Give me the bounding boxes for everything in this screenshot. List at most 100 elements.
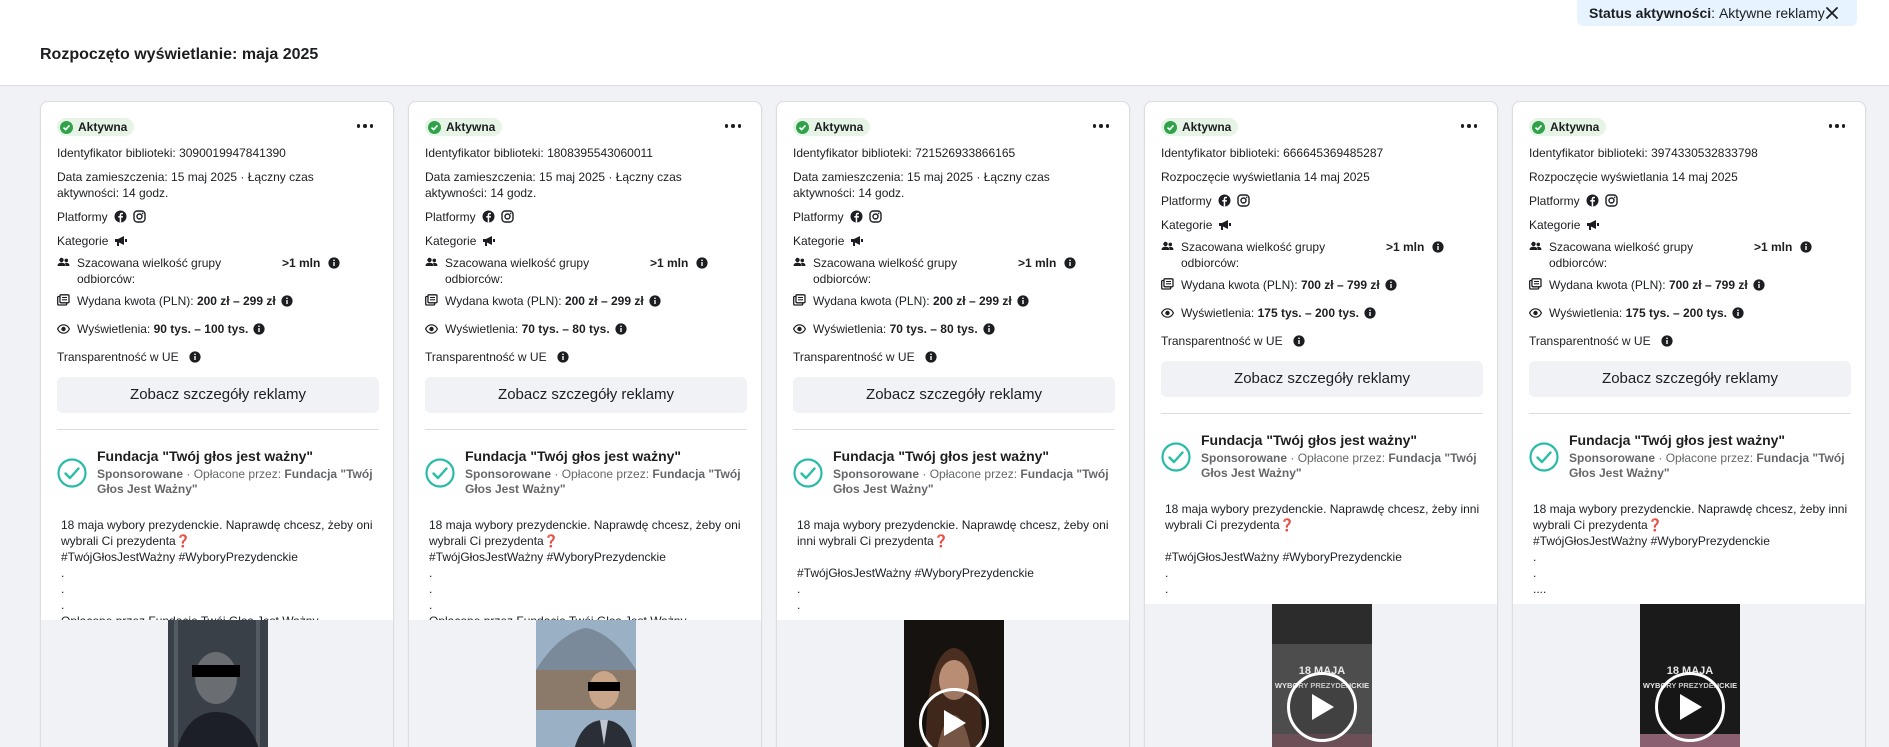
platforms-row: Platformy (793, 209, 1113, 225)
platforms-row: Platformy (57, 209, 377, 225)
ad-media[interactable] (41, 620, 393, 747)
more-horizontal-icon[interactable] (721, 116, 745, 136)
ad-card-list: Aktywna Identyfikator biblioteki: 309001… (40, 101, 1866, 747)
divider (57, 428, 379, 430)
info-icon[interactable] (1661, 334, 1673, 347)
categories-label: Kategorie (57, 233, 109, 248)
video-thumbnail[interactable] (904, 620, 1004, 747)
spent-row: Wydana kwota (PLN): 200 zł – 299 zł (793, 293, 1113, 311)
facebook-icon (114, 210, 127, 223)
info-icon[interactable] (1385, 278, 1397, 295)
spent-value: 700 zł – 799 zł (1300, 277, 1380, 292)
play-icon[interactable] (1655, 672, 1725, 742)
ad-media[interactable]: 18 MAJA WYBORY PREZYDENCKIE (1513, 604, 1865, 747)
advertiser-block: Fundacja "Twój głos jest ważny" Sponsoro… (425, 448, 745, 497)
more-horizontal-icon[interactable] (1089, 116, 1113, 136)
info-icon[interactable] (1800, 240, 1812, 257)
video-thumbnail[interactable]: 18 MAJA WYBORY PREZYDENCKIE (1272, 604, 1372, 747)
advertiser-block: Fundacja "Twój głos jest ważny" Sponsoro… (1161, 432, 1481, 481)
eye-icon (56, 321, 71, 338)
info-icon[interactable] (1753, 278, 1765, 295)
audience-label: Szacowana wielkość grupy odbiorców: (77, 255, 222, 286)
spent-row: Wydana kwota (PLN): 700 zł – 799 zł (1529, 277, 1849, 295)
info-icon[interactable] (615, 322, 627, 339)
people-icon (425, 255, 439, 272)
info-icon[interactable] (696, 256, 708, 273)
see-ad-details-button[interactable]: Zobacz szczegóły reklamy (57, 376, 379, 413)
categories-row: Kategorie (793, 233, 1113, 249)
info-icon[interactable] (983, 322, 995, 339)
status-badge: Aktywna (1161, 118, 1239, 136)
see-ad-details-button[interactable]: Zobacz szczegóły reklamy (1161, 360, 1483, 397)
status-label: Aktywna (814, 120, 864, 134)
audience-row: Szacowana wielkość grupy odbiorców: >1 m… (425, 255, 745, 287)
views-row: Wyświetlenia: 175 tys. – 200 tys. (1528, 305, 1849, 323)
facebook-icon (850, 210, 863, 223)
money-icon (1529, 277, 1543, 294)
advertiser-name-link[interactable]: Fundacja "Twój głos jest ważny" (1201, 432, 1481, 449)
info-icon[interactable] (281, 294, 293, 311)
people-icon (57, 255, 71, 272)
info-icon[interactable] (253, 322, 265, 339)
info-icon[interactable] (1432, 240, 1444, 257)
transparency-label: Transparentność w UE (1161, 333, 1283, 348)
transparency-row: Transparentność w UE (793, 349, 1113, 365)
date-info: Data zamieszczenia: 15 maj 2025 · Łączny… (793, 169, 1050, 200)
see-ad-details-button[interactable]: Zobacz szczegóły reklamy (1529, 360, 1851, 397)
advertiser-name-link[interactable]: Fundacja "Twój głos jest ważny" (465, 448, 745, 465)
close-icon[interactable] (1821, 2, 1843, 24)
more-horizontal-icon[interactable] (1457, 116, 1481, 136)
more-horizontal-icon[interactable] (353, 116, 377, 136)
info-icon[interactable] (557, 350, 569, 363)
views-label: Wyświetlenia: (77, 321, 151, 336)
see-ad-details-button[interactable]: Zobacz szczegóły reklamy (793, 376, 1115, 413)
video-thumbnail[interactable] (168, 620, 268, 747)
verified-check-icon (425, 457, 455, 488)
info-icon[interactable] (1293, 334, 1305, 347)
info-icon[interactable] (649, 294, 661, 311)
ad-media[interactable] (777, 620, 1129, 747)
views-label: Wyświetlenia: (445, 321, 519, 336)
active-status-filter-chip[interactable]: Status aktywności: Aktywne reklamy (1577, 0, 1857, 26)
status-badge: Aktywna (793, 118, 871, 136)
check-circle-icon (428, 120, 441, 134)
views-row: Wyświetlenia: 90 tys. – 100 tys. (56, 321, 377, 339)
advertiser-name-link[interactable]: Fundacja "Twój głos jest ważny" (833, 448, 1113, 465)
info-icon[interactable] (1017, 294, 1029, 311)
info-icon[interactable] (925, 350, 937, 363)
paid-by-label: Opłacone przez: (929, 466, 1018, 481)
info-icon[interactable] (1732, 306, 1744, 323)
library-id: Identyfikator biblioteki: 72152693386616… (793, 145, 1016, 160)
transparency-label: Transparentność w UE (425, 349, 547, 364)
ad-card: Aktywna Identyfikator biblioteki: 309001… (40, 101, 394, 747)
megaphone-icon (114, 235, 128, 247)
people-icon (1529, 239, 1543, 256)
advertiser-name-link[interactable]: Fundacja "Twój głos jest ważny" (1569, 432, 1849, 449)
divider (1529, 412, 1851, 414)
see-ad-details-button[interactable]: Zobacz szczegóły reklamy (425, 376, 747, 413)
views-label: Wyświetlenia: (1181, 305, 1255, 320)
audience-label: Szacowana wielkość grupy odbiorców: (1181, 239, 1326, 270)
ad-media[interactable] (409, 620, 761, 747)
facebook-icon (1218, 194, 1231, 207)
ad-media[interactable]: 18 MAJA WYBORY PREZYDENCKIE (1145, 604, 1497, 747)
status-badge: Aktywna (1529, 118, 1607, 136)
info-icon[interactable] (328, 256, 340, 273)
info-icon[interactable] (1364, 306, 1376, 323)
play-icon[interactable] (1287, 672, 1357, 742)
check-circle-icon (796, 120, 809, 134)
video-thumbnail[interactable] (536, 620, 636, 747)
views-row: Wyświetlenia: 70 tys. – 80 tys. (792, 321, 1113, 339)
more-horizontal-icon[interactable] (1825, 116, 1849, 136)
spent-value: 700 zł – 799 zł (1668, 277, 1748, 292)
info-icon[interactable] (1064, 256, 1076, 273)
spent-value: 200 zł – 299 zł (932, 293, 1012, 308)
instagram-icon (868, 210, 882, 223)
audience-label: Szacowana wielkość grupy odbiorców: (1549, 239, 1694, 270)
advertiser-name-link[interactable]: Fundacja "Twój głos jest ważny" (97, 448, 377, 465)
video-thumbnail[interactable]: 18 MAJA WYBORY PREZYDENCKIE (1640, 604, 1740, 747)
money-icon (793, 293, 807, 310)
views-label: Wyświetlenia: (813, 321, 887, 336)
info-icon[interactable] (189, 350, 201, 363)
sponsored-label: Sponsorowane (1569, 450, 1656, 465)
